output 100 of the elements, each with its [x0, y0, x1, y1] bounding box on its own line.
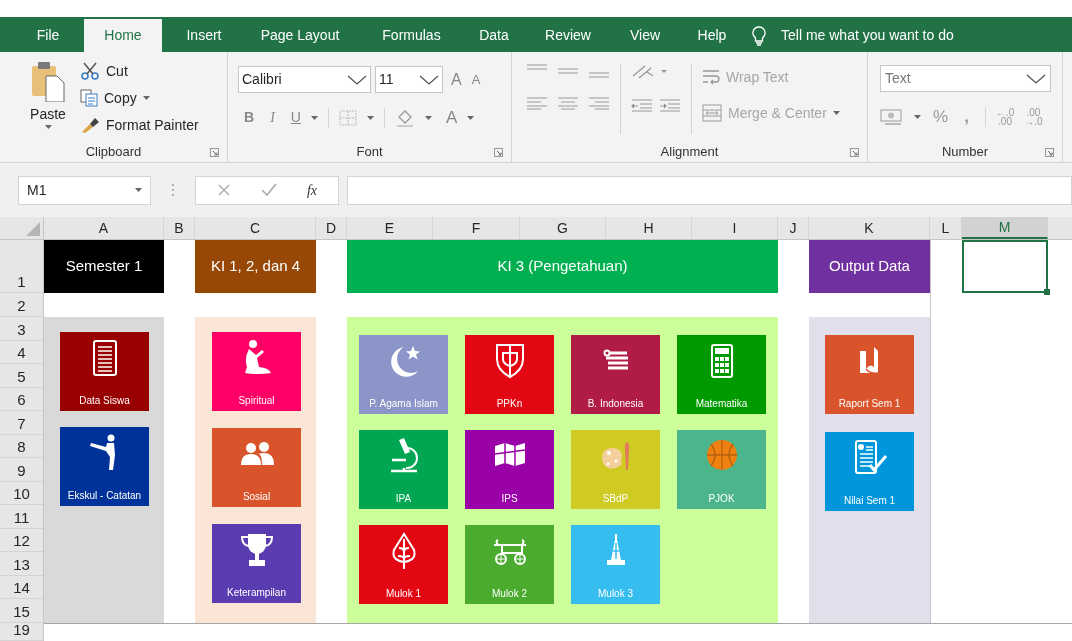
row-header[interactable]: 2	[0, 293, 43, 317]
column-header[interactable]: E	[347, 217, 433, 239]
column-header[interactable]: J	[778, 217, 809, 239]
ribbon-tab[interactable]: View	[611, 19, 679, 52]
menu-tile[interactable]: Matematika	[677, 335, 766, 414]
column-header[interactable]: B	[164, 217, 195, 239]
fill-bucket-icon	[394, 108, 415, 127]
ribbon-tab[interactable]: Help	[679, 19, 745, 52]
row-header[interactable]: 3	[0, 317, 43, 341]
menu-tile[interactable]: Raport Sem 1	[825, 335, 914, 414]
group-label: Clipboard	[85, 143, 142, 162]
row-header[interactable]: 1	[0, 240, 43, 293]
number-format-field[interactable]: Text	[880, 65, 1051, 92]
formula-input[interactable]	[347, 175, 1072, 205]
align-bottom-icon	[588, 72, 610, 78]
column-header[interactable]: F	[433, 217, 520, 239]
format-painter-button[interactable]: Format Painter	[80, 114, 199, 136]
insert-function-button[interactable]: fx	[306, 179, 317, 201]
column-header[interactable]: M	[962, 217, 1048, 239]
menu-tile[interactable]: Sosial	[212, 428, 301, 507]
row-header[interactable]: 13	[0, 552, 43, 576]
drag-handle-icon	[171, 183, 175, 197]
align-middle-icon	[557, 68, 579, 74]
select-all-icon	[26, 222, 40, 236]
ribbon-tab[interactable]: Formulas	[360, 19, 463, 52]
menu-tile[interactable]: IPS	[465, 430, 554, 509]
paintbrush-icon	[80, 116, 100, 134]
section-header: KI 1, 2, dan 4	[195, 240, 316, 293]
align-center-icon	[557, 96, 579, 110]
row-header[interactable]: 15	[0, 599, 43, 623]
ribbon-tab[interactable]: Data	[463, 19, 525, 52]
paste-button[interactable]: Paste	[24, 60, 72, 142]
caret-icon	[310, 115, 318, 120]
menu-tile[interactable]: Keterampilan	[212, 524, 301, 603]
clipboard-icon	[30, 60, 66, 102]
dialog-launcher-icon	[494, 148, 503, 157]
cut-button[interactable]: Cut	[80, 60, 199, 82]
menu-tile[interactable]: Data Siswa	[60, 332, 149, 411]
dialog-launcher-icon	[1045, 148, 1054, 157]
column-header[interactable]: H	[606, 217, 692, 239]
menu-tile[interactable]: Mulok 1	[359, 525, 448, 604]
cancel-icon	[216, 183, 231, 197]
align-left-icon	[526, 96, 548, 110]
borders-icon	[338, 109, 357, 126]
currency-icon	[880, 107, 904, 126]
caret-icon	[832, 111, 840, 115]
caret-icon	[135, 188, 142, 192]
ribbon-tab[interactable]: Page Layout	[240, 19, 360, 52]
row-header[interactable]: 5	[0, 364, 43, 388]
ribbon-tab[interactable]: File	[18, 19, 78, 52]
active-cell[interactable]	[962, 240, 1048, 293]
row-header[interactable]: 7	[0, 411, 43, 435]
caret-icon	[467, 115, 475, 120]
group-label: Number	[941, 143, 989, 162]
scissors-icon	[80, 62, 100, 80]
caret-icon	[366, 115, 374, 120]
dialog-launcher-icon	[850, 148, 859, 157]
column-header[interactable]: K	[809, 217, 930, 239]
row-header[interactable]: 12	[0, 528, 43, 552]
menu-tile[interactable]: Ekskul - Catatan	[60, 427, 149, 506]
copy-icon	[80, 89, 98, 107]
section-header: KI 3 (Pengetahuan)	[347, 240, 778, 293]
decrease-indent-icon	[631, 98, 653, 112]
row-header[interactable]: 8	[0, 434, 43, 458]
name-box[interactable]: M1	[18, 175, 151, 205]
row-header[interactable]: 4	[0, 340, 43, 364]
align-right-icon	[588, 96, 610, 110]
group-label: Font	[356, 143, 383, 162]
row-header[interactable]: 9	[0, 458, 43, 482]
row-header[interactable]: 19	[0, 623, 43, 641]
dialog-launcher-icon	[210, 148, 219, 157]
lightbulb-icon	[751, 25, 767, 46]
column-header[interactable]: D	[316, 217, 347, 239]
ribbon-tab[interactable]: Review	[525, 19, 611, 52]
wrap-text-icon	[702, 68, 720, 86]
column-header[interactable]: A	[44, 217, 164, 239]
caret-icon	[424, 115, 432, 120]
menu-tile[interactable]: Spiritual	[212, 332, 301, 411]
section-header: Semester 1	[44, 240, 164, 293]
ribbon-tab[interactable]: Insert	[168, 19, 240, 52]
row-header[interactable]: 6	[0, 387, 43, 411]
ribbon-tab[interactable]: Home	[84, 19, 162, 52]
align-top-icon	[526, 64, 548, 70]
column-header[interactable]: I	[692, 217, 778, 239]
copy-button[interactable]: Copy	[80, 87, 199, 109]
column-header[interactable]: G	[520, 217, 606, 239]
tell-me-search[interactable]: Tell me what you want to do	[781, 25, 954, 46]
menu-tile[interactable]: PPKn	[465, 335, 554, 414]
menu-tile[interactable]: B. Indonesia	[571, 335, 660, 414]
row-header[interactable]: 10	[0, 481, 43, 505]
font-size-field[interactable]: 11	[375, 66, 443, 93]
row-header[interactable]: 11	[0, 505, 43, 529]
font-name-field[interactable]: Calibri	[238, 66, 371, 93]
section-header: Output Data	[809, 240, 930, 293]
group-label: Alignment	[660, 143, 719, 162]
caret-icon	[142, 96, 150, 100]
chevron-icon	[1026, 73, 1046, 84]
row-header[interactable]: 14	[0, 575, 43, 599]
column-header[interactable]: C	[195, 217, 316, 239]
chevron-icon	[347, 74, 367, 85]
